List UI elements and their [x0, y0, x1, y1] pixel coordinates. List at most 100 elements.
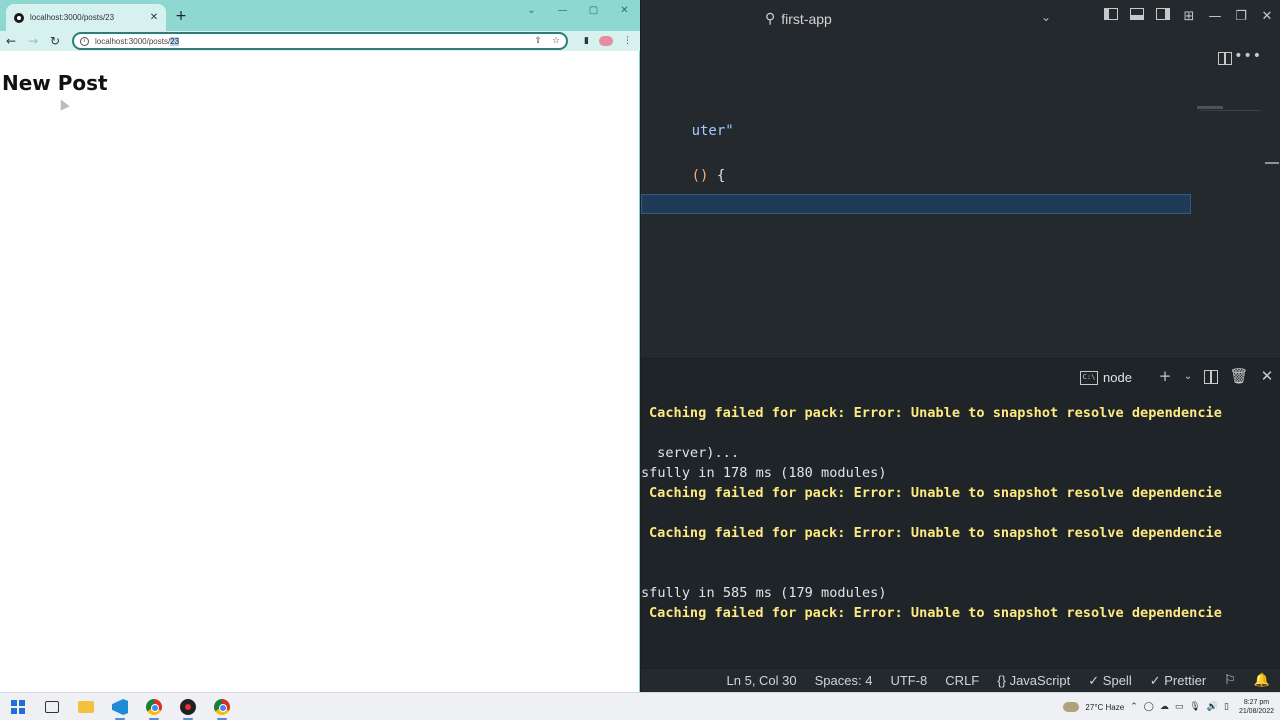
- cloud-icon[interactable]: ☁: [1160, 702, 1169, 712]
- address-url[interactable]: localhost:3000/posts/23: [95, 36, 524, 46]
- mouse-cursor-icon: [56, 97, 70, 111]
- terminal-panel: C:\ node + ⌄ 🗑 ✕ Caching failed for pack…: [641, 358, 1280, 668]
- chrome-taskbar-button[interactable]: [144, 697, 164, 720]
- search-icon: ⚲: [765, 10, 776, 26]
- web-page: New Post: [0, 51, 639, 692]
- browser-window-controls: ⌄ — ▢ ✕: [516, 0, 640, 22]
- tab-title: localhost:3000/posts/23: [30, 13, 115, 22]
- browser-window: localhost:3000/posts/23 ✕ + ⌄ — ▢ ✕ ← → …: [0, 0, 640, 692]
- toggle-panel-icon[interactable]: [1124, 8, 1150, 24]
- toggle-secondary-sidebar-icon[interactable]: [1150, 8, 1176, 24]
- reload-button[interactable]: ↻: [44, 31, 66, 51]
- network-icon[interactable]: ◯: [1144, 702, 1154, 712]
- weather-text[interactable]: 27°C Haze: [1085, 703, 1124, 712]
- trash-icon[interactable]: 🗑: [1225, 367, 1253, 385]
- more-actions-icon[interactable]: •••: [1234, 48, 1262, 64]
- feedback-icon[interactable]: ⚐: [1224, 673, 1236, 688]
- close-window-button[interactable]: ✕: [609, 0, 640, 20]
- clock-date: 21/08/2022: [1238, 708, 1274, 715]
- app-icon: [180, 699, 196, 715]
- minimap[interactable]: [1197, 106, 1223, 109]
- tab-search-chevron-icon[interactable]: ⌄: [516, 0, 547, 20]
- chrome-icon: [214, 699, 230, 715]
- terminal-line: Caching failed for pack: Error: Unable t…: [649, 525, 1222, 541]
- address-bar[interactable]: i localhost:3000/posts/23 ⇪ ☆: [72, 32, 568, 50]
- battery-icon[interactable]: ▯: [1224, 702, 1229, 712]
- display-icon[interactable]: ▭: [1175, 702, 1184, 712]
- task-view-button[interactable]: [42, 697, 62, 717]
- tab-close-icon[interactable]: ✕: [148, 12, 160, 23]
- browser-menu-icon[interactable]: ⋮: [623, 36, 632, 46]
- browser-toolbar: ← → ↻ i localhost:3000/posts/23 ⇪ ☆ ▮ ⋮: [0, 31, 640, 51]
- site-info-icon[interactable]: i: [80, 36, 89, 46]
- app-taskbar-button[interactable]: [178, 697, 198, 720]
- terminal-line: server)...: [649, 445, 740, 461]
- minimize-button[interactable]: —: [547, 0, 578, 20]
- minimize-button[interactable]: —: [1202, 9, 1228, 24]
- share-icon[interactable]: ⇪: [534, 36, 542, 46]
- bookmark-star-icon[interactable]: ☆: [552, 36, 560, 46]
- close-panel-icon[interactable]: ✕: [1253, 367, 1280, 385]
- terminal-line: Caching failed for pack: Error: Unable t…: [649, 485, 1222, 501]
- vscode-taskbar-button[interactable]: [110, 697, 130, 720]
- split-terminal-icon[interactable]: [1197, 367, 1225, 385]
- terminal-line: sfully in 178 ms (180 modules): [641, 465, 887, 481]
- profile-avatar[interactable]: [599, 36, 613, 46]
- speaker-icon[interactable]: 🔊: [1207, 702, 1218, 712]
- new-terminal-icon[interactable]: +: [1151, 367, 1179, 385]
- status-spell[interactable]: ✓ Spell: [1088, 673, 1131, 689]
- chevron-down-icon[interactable]: ⌄: [1179, 371, 1197, 382]
- status-spell-label: Spell: [1102, 672, 1132, 688]
- microphone-icon[interactable]: 🎙: [1189, 702, 1200, 712]
- clock-time: 8:27 pm: [1243, 699, 1270, 706]
- chrome-profile-taskbar-button[interactable]: [212, 697, 232, 720]
- status-encoding[interactable]: UTF-8: [890, 673, 927, 688]
- chrome-icon: [146, 699, 162, 715]
- new-tab-button[interactable]: +: [173, 7, 189, 25]
- taskbar-apps: [8, 697, 232, 720]
- status-language-label: JavaScript: [1009, 673, 1071, 688]
- status-prettier[interactable]: ✓ Prettier: [1150, 673, 1206, 689]
- customize-layout-icon[interactable]: ⊞: [1176, 9, 1202, 24]
- chevron-down-icon[interactable]: ⌄: [1041, 10, 1051, 24]
- status-indentation[interactable]: Spaces: 4: [815, 673, 873, 688]
- url-selected-text: 23: [170, 36, 180, 46]
- browser-tabstrip: localhost:3000/posts/23 ✕ + ⌄ — ▢ ✕: [0, 0, 640, 31]
- terminal-line: Caching failed for pack: Error: Unable t…: [649, 405, 1222, 421]
- bell-icon[interactable]: 🔔: [1254, 673, 1270, 688]
- terminal-actions: + ⌄ 🗑 ✕: [1151, 367, 1280, 385]
- clock[interactable]: 8:27 pm 21/08/2022: [1239, 698, 1274, 716]
- terminal-line: sfully in 585 ms (179 modules): [641, 585, 887, 601]
- terminal-icon: C:\: [1080, 370, 1098, 385]
- back-button[interactable]: ←: [0, 31, 22, 51]
- windows-logo-icon: [11, 700, 25, 714]
- toggle-primary-sidebar-icon[interactable]: [1098, 8, 1124, 24]
- restore-button[interactable]: ❐: [1228, 9, 1254, 24]
- command-center[interactable]: ⚲ first-app: [765, 10, 832, 27]
- forward-button[interactable]: →: [22, 31, 44, 51]
- status-language[interactable]: {} JavaScript: [997, 673, 1070, 688]
- file-explorer-button[interactable]: [76, 697, 96, 717]
- split-editor-icon[interactable]: [1218, 52, 1232, 65]
- status-cursor-position[interactable]: Ln 5, Col 30: [727, 673, 797, 688]
- code-string: uter": [691, 123, 734, 139]
- side-panel-icon[interactable]: ▮: [584, 36, 589, 46]
- editor-actions-bar: •••: [641, 38, 1280, 80]
- vscode-titlebar: ⚲ first-app ⌄ ⊞ — ❐ ✕: [641, 0, 1280, 38]
- close-window-button[interactable]: ✕: [1254, 9, 1280, 24]
- restore-button[interactable]: ▢: [578, 0, 609, 20]
- workspace-title: first-app: [781, 10, 832, 27]
- vscode-icon: [112, 699, 128, 715]
- minimap-line: [1201, 110, 1261, 111]
- scrollbar-marker[interactable]: [1265, 162, 1279, 164]
- tray-chevron-icon[interactable]: ⌃: [1130, 702, 1138, 712]
- weather-icon[interactable]: [1063, 702, 1080, 712]
- browser-tab-active[interactable]: localhost:3000/posts/23 ✕: [6, 4, 166, 31]
- braces-icon: {}: [997, 673, 1006, 688]
- terminal-tab-node[interactable]: C:\ node: [1080, 370, 1132, 385]
- code-editor[interactable]: uter" () {: [641, 80, 1280, 358]
- status-bar: Ln 5, Col 30 Spaces: 4 UTF-8 CRLF {} Jav…: [641, 668, 1280, 692]
- vscode-window: ⚲ first-app ⌄ ⊞ — ❐ ✕ ••• uter" () {C:\…: [641, 0, 1280, 692]
- start-button[interactable]: [8, 697, 28, 717]
- status-eol[interactable]: CRLF: [945, 673, 979, 688]
